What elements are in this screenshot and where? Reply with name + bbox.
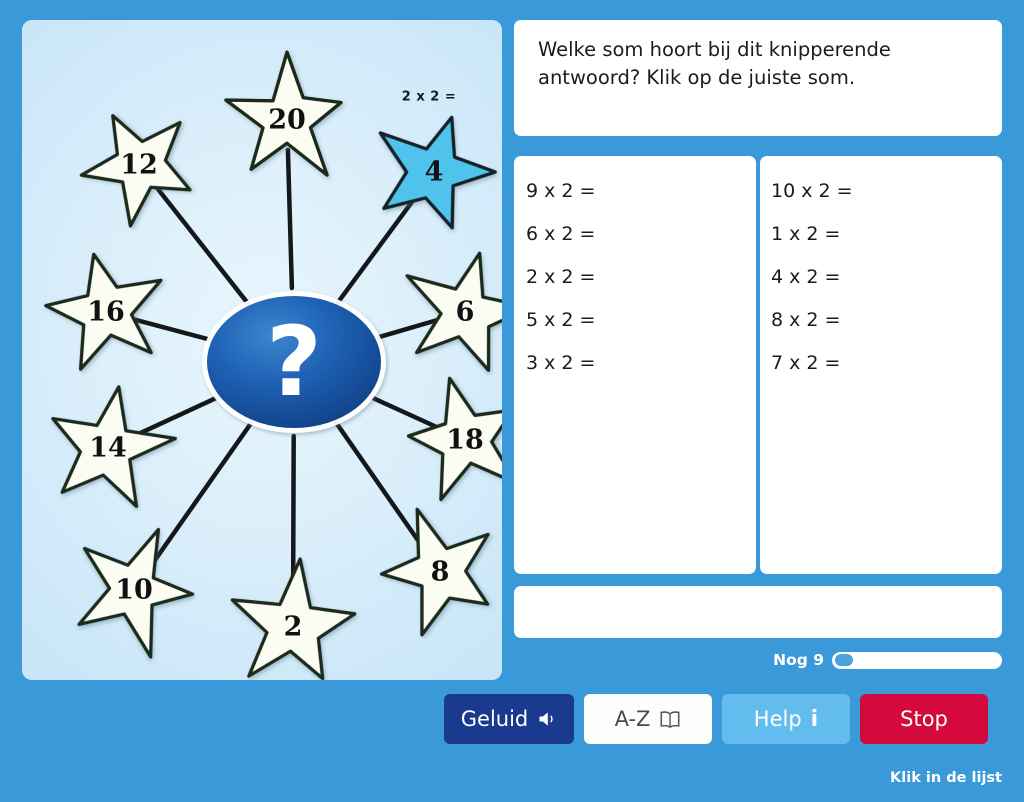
options-container: 9 x 2 = 6 x 2 = 2 x 2 = 5 x 2 = 3 x 2 = 10 x… [514,156,1002,574]
star-shape[interactable] [365,490,502,641]
star-shape[interactable] [38,242,176,374]
alphabet-button[interactable]: A-Z [584,694,712,744]
alphabet-button-label: A-Z [614,707,651,731]
speaker-icon [537,709,557,729]
star-node[interactable] [359,98,502,238]
star-node[interactable] [397,365,502,505]
right-column: Welke som hoort bij dit knipperende antw… [514,20,1002,669]
option-item[interactable]: 8 x 2 = [760,299,1002,342]
options-column-left[interactable]: 9 x 2 = 6 x 2 = 2 x 2 = 5 x 2 = 3 x 2 = [514,156,756,574]
star-shape[interactable] [224,50,343,177]
option-item[interactable]: 3 x 2 = [514,342,756,385]
star-diagram-svg: ? [38,50,502,680]
star-shape[interactable] [390,238,502,377]
star-node[interactable] [56,507,210,663]
sound-button[interactable]: Geluid [444,694,574,744]
star-shape[interactable] [64,89,212,235]
option-item[interactable]: 5 x 2 = [514,299,756,342]
stop-button[interactable]: Stop [860,694,988,744]
option-item[interactable]: 7 x 2 = [760,342,1002,385]
star-node[interactable] [224,50,343,177]
option-item[interactable]: 10 x 2 = [760,170,1002,213]
option-item[interactable]: 4 x 2 = [760,256,1002,299]
progress-handle[interactable] [835,654,853,666]
star-node[interactable] [64,89,212,235]
star-node[interactable] [38,242,176,374]
connector-line [285,147,295,291]
button-bar: Geluid A-Z Help i Stop [444,694,1002,744]
help-button-label: Help [753,707,802,731]
center-sphere[interactable]: ? [202,291,386,433]
star-node[interactable] [390,238,502,377]
option-item[interactable]: 2 x 2 = [514,256,756,299]
star-node[interactable] [41,377,183,511]
progress-bar[interactable] [832,651,1002,669]
connector-line [155,186,251,307]
book-icon [659,710,681,729]
connector-line [333,420,426,550]
star-shape[interactable] [56,507,210,663]
star-shape[interactable] [397,365,502,505]
star-shape[interactable] [359,98,502,238]
help-button[interactable]: Help i [722,694,850,744]
hint-text: Klik in de lijst [890,770,1002,786]
center-question-mark: ? [266,306,322,418]
stop-button-label: Stop [900,707,948,731]
question-panel: Welke som hoort bij dit knipperende antw… [514,20,1002,136]
star-diagram-panel: ? 20 12 4 16 6 14 18 10 8 2 2 x 2 = [22,20,502,680]
sound-button-label: Geluid [460,707,529,731]
progress-row: Nog 9 [514,649,1002,671]
option-item[interactable]: 1 x 2 = [760,213,1002,256]
star-shape[interactable] [41,377,183,511]
answer-input-bar[interactable] [514,586,1002,638]
options-column-right[interactable]: 10 x 2 = 1 x 2 = 4 x 2 = 8 x 2 = 7 x 2 = [760,156,1002,574]
connector-line [335,193,419,305]
progress-label: Nog 9 [773,651,824,669]
floating-equation-label: 2 x 2 = [401,89,457,105]
info-icon: i [810,706,819,732]
connector-line [132,390,230,438]
option-item[interactable]: 6 x 2 = [514,213,756,256]
option-item[interactable]: 9 x 2 = [514,170,756,213]
star-node[interactable] [365,490,502,641]
question-text: Welke som hoort bij dit knipperende antw… [538,38,891,89]
